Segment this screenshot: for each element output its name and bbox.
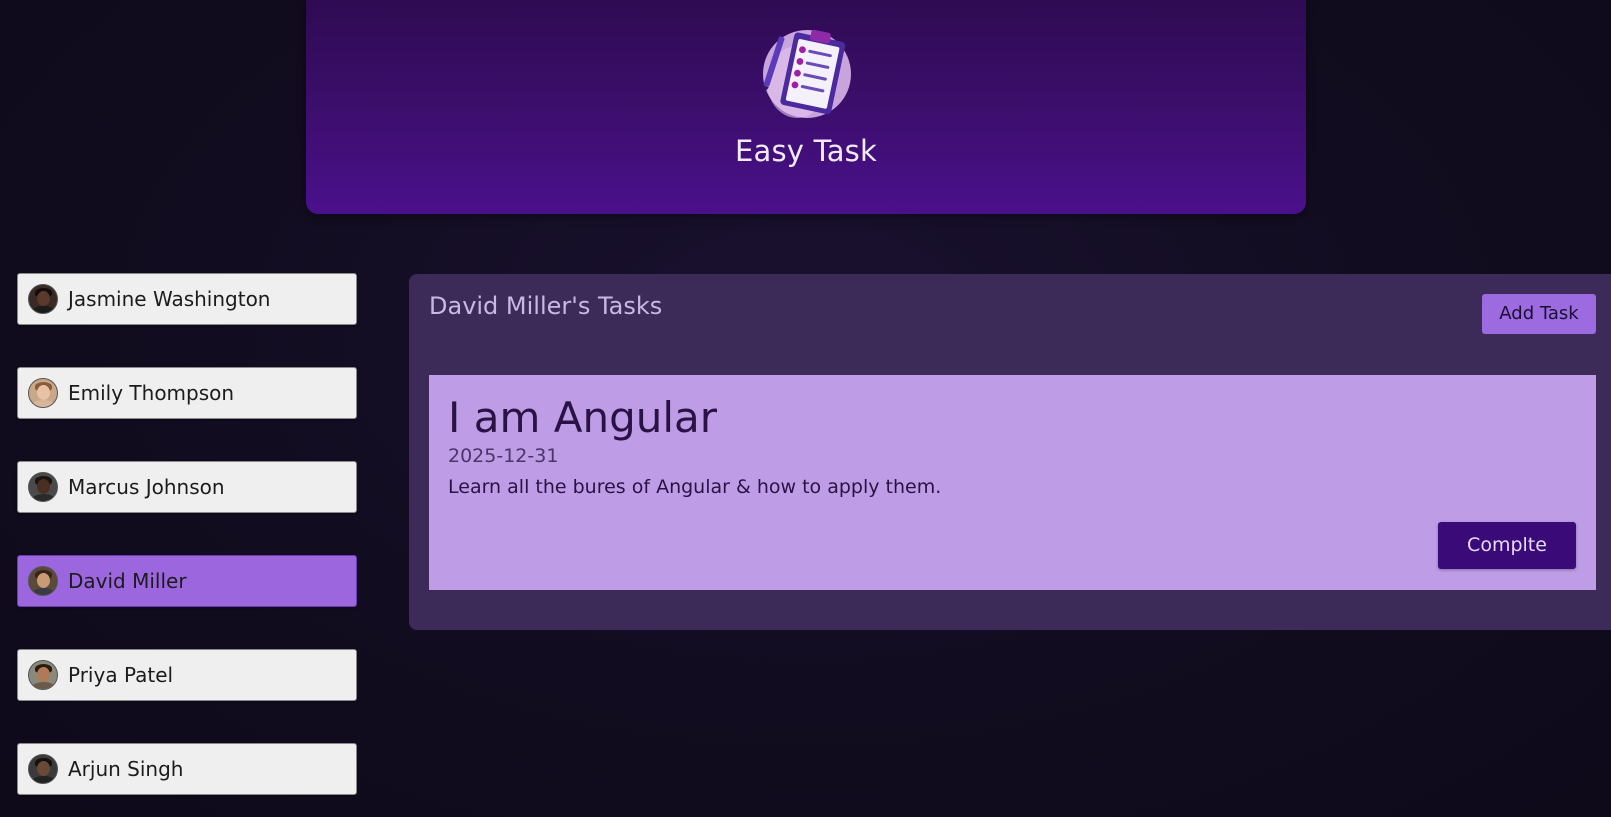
user-name: Emily Thompson (68, 381, 235, 405)
complete-button[interactable]: Complte (1438, 522, 1576, 569)
user-item-marcus-johnson[interactable]: Marcus Johnson (17, 461, 357, 513)
user-item-emily-thompson[interactable]: Emily Thompson (17, 367, 357, 419)
task-title: I am Angular (448, 393, 718, 442)
avatar (28, 472, 58, 502)
user-item-priya-patel[interactable]: Priya Patel (17, 649, 357, 701)
tasks-panel: David Miller's Tasks Add Task I am Angul… (409, 274, 1611, 630)
user-name: David Miller (68, 569, 187, 593)
tasks-panel-title: David Miller's Tasks (429, 292, 663, 320)
app-title: Easy Task (735, 134, 877, 168)
avatar (28, 754, 58, 784)
clipboard-checklist-icon (763, 29, 851, 118)
user-name: Jasmine Washington (68, 287, 271, 311)
app-header: Easy Task (306, 0, 1306, 214)
task-card: I am Angular 2025-12-31 Learn all the bu… (429, 375, 1596, 590)
user-name: Arjun Singh (68, 757, 184, 781)
add-task-button[interactable]: Add Task (1482, 294, 1596, 334)
avatar (28, 378, 58, 408)
task-description: Learn all the bures of Angular & how to … (448, 476, 942, 498)
user-item-jasmine-washington[interactable]: Jasmine Washington (17, 273, 357, 325)
avatar (28, 566, 58, 596)
user-item-david-miller[interactable]: David Miller (17, 555, 357, 607)
user-name: Priya Patel (68, 663, 174, 687)
user-item-arjun-singh[interactable]: Arjun Singh (17, 743, 357, 795)
avatar (28, 660, 58, 690)
user-name: Marcus Johnson (68, 475, 225, 499)
task-due-date: 2025-12-31 (448, 445, 559, 467)
avatar (28, 284, 58, 314)
